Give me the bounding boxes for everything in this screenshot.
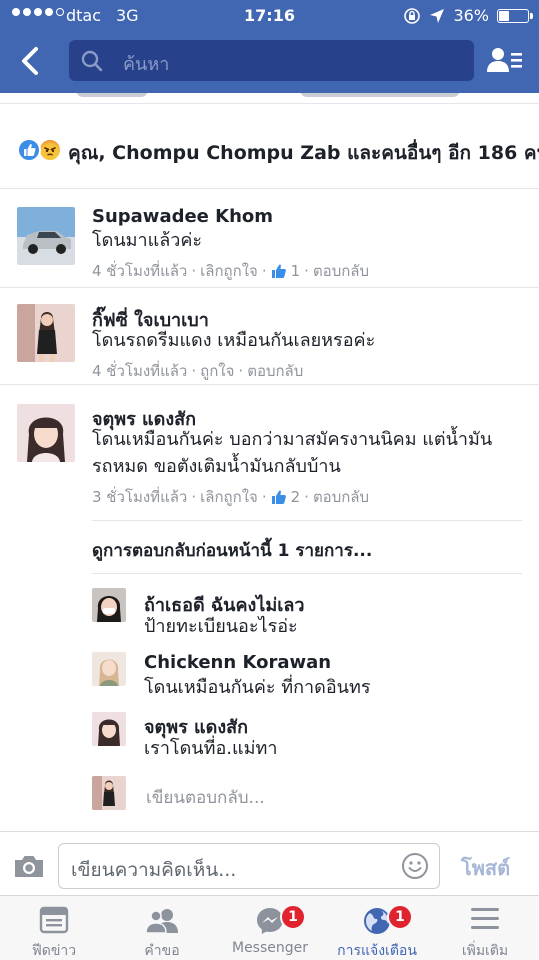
avatar[interactable] — [92, 652, 126, 686]
bottom-tab-bar: ฟีดข่าว คำขอ 1 Messenger 1 การแจ้งเตือน — [0, 895, 539, 960]
tab-friend-requests[interactable]: คำขอ — [108, 896, 216, 960]
like-count-icon — [271, 490, 286, 504]
angry-reaction-icon — [38, 138, 62, 162]
unlike-button[interactable]: เลิกถูกใจ — [200, 259, 258, 283]
avatar[interactable] — [17, 207, 75, 265]
previous-replies-label[interactable]: ดูการตอบกลับก่อนหน้านี้ 1 รายการ... — [92, 537, 372, 564]
reactions-summary[interactable]: คุณ, Chompu Chompu Zab และคนอื่นๆ อีก 18… — [0, 103, 539, 189]
camera-button[interactable] — [13, 853, 45, 883]
reply-text: เราโดนที่อ.แม่ทา — [144, 738, 278, 759]
comment-meta: 4 ชั่วโมงที่แล้ว · ถูกใจ · ตอบกลับ — [92, 359, 303, 383]
search-input[interactable]: ค้นหา — [69, 40, 474, 81]
top-bar: dtac 3G 17:16 36% ค้นหา — [0, 0, 539, 93]
avatar[interactable] — [17, 304, 75, 362]
avatar[interactable] — [17, 404, 75, 462]
comment-meta: 4 ชั่วโมงที่แล้ว · เลิกถูกใจ · 1 · ตอบกล… — [92, 259, 369, 283]
comment-text-line-2: รถหมด ขอตังเติมน้ำมันกลับบ้าน — [92, 456, 341, 477]
like-count-icon — [271, 264, 286, 278]
unlike-button[interactable]: เลิกถูกใจ — [200, 485, 258, 509]
comment-text: โดนรถดรีมแดง เหมือนกันเลยหรอค่ะ — [92, 330, 376, 351]
sticker-button[interactable] — [401, 852, 429, 884]
back-button[interactable] — [16, 44, 46, 78]
tab-label: Messenger — [231, 940, 309, 956]
battery-percent: 36% — [453, 6, 489, 25]
comment-meta: 3 ชั่วโมงที่แล้ว · เลิกถูกใจ · 2 · ตอบกล… — [92, 485, 369, 509]
reply-button[interactable]: ตอบกลับ — [313, 485, 369, 509]
tab-label: คำขอ — [144, 943, 180, 959]
write-reply-row[interactable]: เขียนตอบกลับ... — [92, 776, 522, 826]
comment-text: โดนมาแล้วค่ะ — [92, 230, 203, 251]
tab-label: เพิ่มเติม — [461, 943, 509, 959]
battery-level-fill — [499, 10, 509, 21]
comment-time: 4 ชั่วโมงที่แล้ว — [92, 362, 188, 380]
comment-time: 4 ชั่วโมงที่แล้ว — [92, 262, 188, 280]
previous-replies-link[interactable]: ดูการตอบกลับก่อนหน้านี้ 1 รายการ... — [92, 520, 522, 574]
comment-time: 3 ชั่วโมงที่แล้ว — [92, 488, 188, 506]
battery-icon — [497, 8, 533, 23]
reply-input-placeholder[interactable]: เขียนตอบกลับ... — [146, 784, 265, 811]
status-bar: dtac 3G 17:16 36% — [0, 0, 539, 30]
reply-item: ถ้าเธอดี ฉันคงไม่เลว ป้ายทะเบียนอะไรอ่ะ — [0, 584, 539, 644]
status-right: 36% — [403, 6, 533, 25]
reply-button[interactable]: ตอบกลับ — [313, 259, 369, 283]
tab-more[interactable]: เพิ่มเติม — [431, 896, 539, 960]
search-placeholder: ค้นหา — [123, 54, 170, 75]
tab-messenger[interactable]: 1 Messenger — [216, 896, 324, 960]
menu-icon — [471, 908, 499, 929]
messenger-badge: 1 — [280, 904, 306, 930]
reply-text: ป้ายทะเบียนอะไรอ่ะ — [144, 616, 298, 637]
avatar[interactable] — [92, 712, 126, 746]
tab-news-feed[interactable]: ฟีดข่าว — [0, 896, 108, 960]
reply-button[interactable]: ตอบกลับ — [247, 359, 303, 383]
news-feed-icon — [39, 906, 69, 934]
notifications-badge: 1 — [387, 904, 413, 930]
comment-input[interactable]: เขียนความคิดเห็น... — [58, 843, 440, 889]
like-count[interactable]: 2 — [291, 488, 301, 506]
like-action-ghost — [76, 93, 148, 97]
tab-label: การแจ้งเตือน — [337, 943, 417, 959]
comment-action-ghost — [300, 93, 460, 97]
like-reaction-icon — [17, 138, 41, 162]
comment-text-line-1: โดนเหมือนกันค่ะ บอกว่ามาสมัครงานนิคม แต่… — [92, 429, 493, 450]
comment-composer: เขียนความคิดเห็น... โพสต์ — [0, 831, 539, 895]
comment-item: กิ๊ฟซี่ ใจเบาเบา โดนรถดรีมแดง เหมือนกันเ… — [0, 289, 539, 385]
tab-label: ฟีดข่าว — [31, 943, 77, 959]
reply-text: โดนเหมือนกันค่ะ ที่กาดอินทร — [144, 677, 371, 698]
camera-icon — [15, 856, 43, 877]
reactions-summary-text: คุณ, Chompu Chompu Zab และคนอื่นๆ อีก 18… — [68, 142, 539, 164]
reply-author-name[interactable]: Chickenn Korawan — [144, 652, 331, 673]
smiley-icon — [402, 853, 428, 879]
reply-item: Chickenn Korawan โดนเหมือนกันค่ะ ที่กาดอ… — [0, 648, 539, 708]
tab-notifications[interactable]: 1 การแจ้งเตือน — [323, 896, 431, 960]
comment-item: Supawadee Khom โดนมาแล้วค่ะ 4 ชั่วโมงที่… — [0, 190, 539, 288]
post-button[interactable]: โพสต์ — [461, 852, 510, 884]
friends-list-button[interactable] — [486, 44, 524, 78]
commenter-name[interactable]: Supawadee Khom — [92, 206, 273, 227]
scrolled-action-row — [0, 93, 539, 103]
person-list-icon — [487, 48, 522, 72]
location-arrow-icon — [430, 8, 445, 23]
rotation-lock-icon — [404, 7, 421, 24]
search-icon — [81, 50, 103, 72]
reply-item: จตุพร แดงสัก เราโดนที่อ.แม่ทา — [0, 712, 539, 772]
friend-requests-icon — [145, 909, 178, 934]
like-count[interactable]: 1 — [291, 262, 301, 280]
avatar[interactable] — [92, 588, 126, 622]
chevron-left-icon — [22, 47, 38, 75]
avatar — [92, 776, 126, 810]
comment-input-placeholder: เขียนความคิดเห็น... — [71, 859, 237, 881]
like-button[interactable]: ถูกใจ — [200, 359, 234, 383]
